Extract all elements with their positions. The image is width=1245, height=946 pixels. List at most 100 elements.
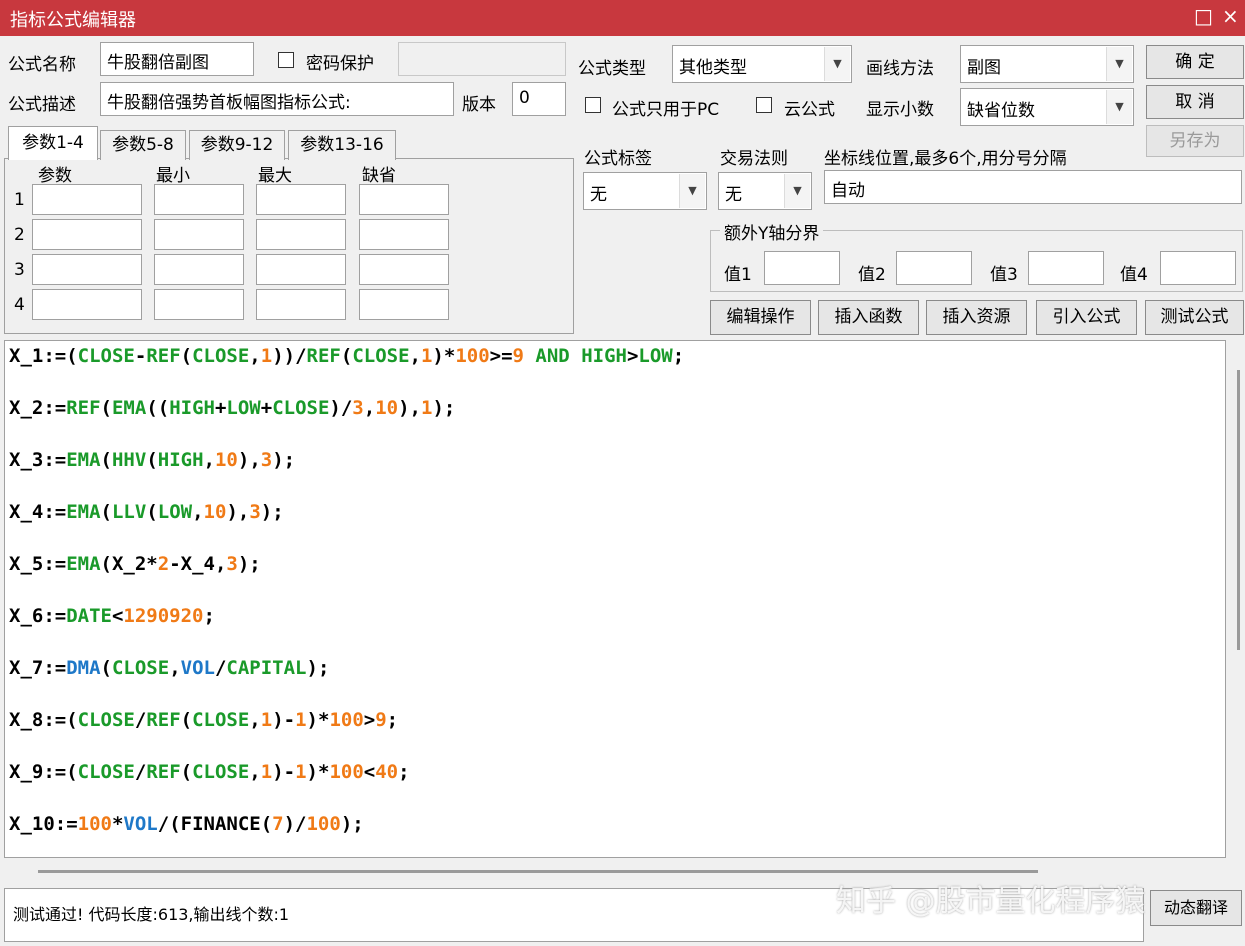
code-token: / (134, 761, 147, 783)
y-value-3-label: 值3 (990, 265, 1018, 285)
draw-method-label: 画线方法 (866, 59, 934, 79)
chevron-down-icon: ▼ (824, 47, 850, 81)
ok-button[interactable]: 确 定 (1146, 45, 1244, 79)
import-formula-button[interactable]: 引入公式 (1036, 300, 1137, 335)
code-token: 10 (214, 449, 238, 471)
code-token: AND (523, 345, 582, 367)
code-token: X_1:= (9, 345, 67, 367)
code-token: X_10:= (9, 813, 78, 835)
maximize-icon[interactable]: □ (1194, 4, 1213, 28)
cancel-button[interactable]: 取 消 (1146, 85, 1244, 119)
param-input[interactable] (154, 289, 244, 320)
code-token: CLOSE (192, 345, 250, 367)
param-input[interactable] (154, 254, 244, 285)
watermark-text: 知乎 @股市量化程序猿 (836, 884, 1146, 919)
scrollbar-thumb[interactable] (1237, 370, 1240, 650)
param-input[interactable] (154, 219, 244, 250)
formula-name-input[interactable]: 牛股翻倍副图 (100, 42, 254, 76)
code-token: ( (180, 709, 193, 731)
param-input[interactable] (359, 254, 449, 285)
version-input[interactable]: 0 (512, 82, 566, 116)
code-token: , (409, 345, 421, 367)
formula-tag-select[interactable]: 无 ▼ (583, 172, 707, 210)
code-token: DMA (66, 657, 101, 679)
code-token: >= (489, 345, 513, 367)
insert-resource-button[interactable]: 插入资源 (926, 300, 1027, 335)
trade-rule-select[interactable]: 无 ▼ (718, 172, 812, 210)
code-token: EMA (111, 397, 147, 419)
edit-operations-button[interactable]: 编辑操作 (710, 300, 811, 335)
code-token: , (249, 761, 261, 783)
code-token: CAPITAL (226, 657, 307, 679)
h-scrollbar-thumb[interactable] (38, 870, 1038, 873)
code-token: ), (237, 449, 261, 471)
param-input[interactable] (32, 289, 142, 320)
test-formula-button[interactable]: 测试公式 (1145, 300, 1244, 335)
code-editor[interactable]: X_1:=(CLOSE-REF(CLOSE,1))/REF(CLOSE,1)*1… (4, 340, 1226, 858)
code-token: CLOSE (77, 761, 135, 783)
code-token: ); (340, 813, 364, 835)
param-input[interactable] (359, 219, 449, 250)
formula-type-select[interactable]: 其他类型 ▼ (672, 45, 852, 83)
y-value-1-input[interactable] (764, 251, 840, 285)
translate-button[interactable]: 动态翻译 (1150, 890, 1242, 926)
code-token: ); (237, 553, 261, 575)
password-input (398, 42, 566, 76)
param-input[interactable] (359, 184, 449, 215)
param-input[interactable] (256, 219, 346, 250)
code-token: CLOSE (77, 709, 135, 731)
code-token: VOL (180, 657, 215, 679)
y-value-3-input[interactable] (1028, 251, 1104, 285)
password-label: 密码保护 (306, 54, 374, 74)
code-token: ))/ (272, 345, 307, 367)
formula-desc-input[interactable]: 牛股翻倍强势首板幅图指标公式: (100, 82, 454, 116)
param-input[interactable] (32, 184, 142, 215)
y-value-4-input[interactable] (1160, 251, 1236, 285)
axis-position-input[interactable]: 自动 (824, 170, 1242, 204)
password-checkbox[interactable] (278, 52, 294, 68)
param-row-number: 2 (14, 225, 25, 245)
code-line: X_4:=EMA(LLV(LOW,10),3); (9, 501, 284, 523)
cloud-label: 云公式 (784, 100, 835, 120)
code-token: 3 (226, 553, 238, 575)
tab-params-9-12[interactable]: 参数9-12 (189, 130, 285, 160)
code-token: X_3:= (9, 449, 67, 471)
code-token: - (134, 345, 147, 367)
y-value-1-label: 值1 (724, 265, 752, 285)
code-token: EMA (66, 553, 101, 575)
close-icon[interactable]: × (1222, 4, 1239, 28)
draw-method-select[interactable]: 副图 ▼ (960, 45, 1134, 83)
code-token: -X_4, (169, 553, 227, 575)
code-token: HIGH (581, 345, 627, 367)
decimals-select[interactable]: 缺省位数 ▼ (960, 88, 1134, 126)
param-header-default: 缺省 (362, 166, 396, 186)
param-input[interactable] (256, 254, 346, 285)
tab-params-5-8[interactable]: 参数5-8 (100, 130, 186, 160)
vertical-scrollbar[interactable] (1226, 340, 1244, 858)
code-token: 3 (352, 397, 364, 419)
param-input[interactable] (359, 289, 449, 320)
param-input[interactable] (256, 289, 346, 320)
code-token: ), (398, 397, 421, 419)
pc-only-checkbox[interactable] (585, 97, 601, 113)
code-token: < (111, 605, 124, 627)
param-input[interactable] (256, 184, 346, 215)
code-token: )/ (283, 813, 307, 835)
code-token: HIGH (169, 397, 215, 419)
code-token: ( (66, 761, 78, 783)
window-title: 指标公式编辑器 (10, 10, 136, 31)
y-value-2-label: 值2 (858, 265, 886, 285)
code-token: REF (146, 345, 181, 367)
y-value-2-input[interactable] (896, 251, 972, 285)
param-input[interactable] (154, 184, 244, 215)
param-input[interactable] (32, 254, 142, 285)
code-token: ( (66, 345, 78, 367)
code-token: ); (306, 657, 330, 679)
insert-function-button[interactable]: 插入函数 (818, 300, 919, 335)
decimals-value: 缺省位数 (967, 101, 1035, 121)
tab-params-13-16[interactable]: 参数13-16 (288, 130, 396, 160)
tab-params-1-4[interactable]: 参数1-4 (8, 126, 98, 160)
param-input[interactable] (32, 219, 142, 250)
code-token: ); (272, 449, 296, 471)
cloud-checkbox[interactable] (756, 97, 772, 113)
